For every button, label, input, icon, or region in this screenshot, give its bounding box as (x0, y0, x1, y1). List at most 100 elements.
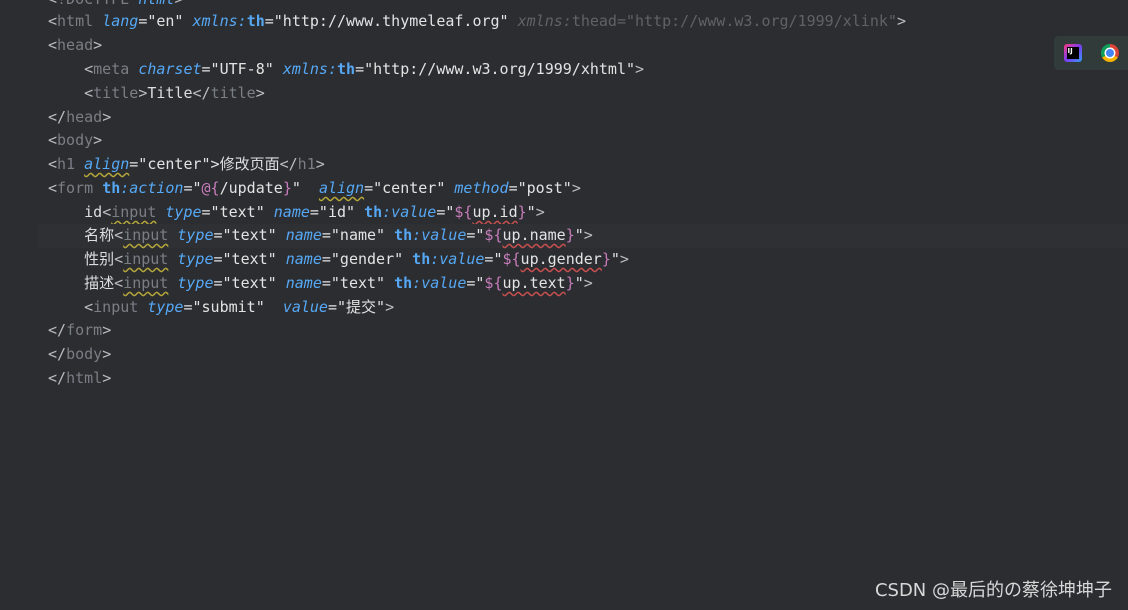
namespace: th (337, 60, 356, 78)
tag-name: input (123, 226, 169, 244)
namespace: th (394, 226, 413, 244)
tag-name: head (66, 108, 103, 126)
code-line-input-id: id<input type="text" name="id" th:value=… (48, 201, 1128, 225)
attr-value: " (610, 250, 620, 268)
tag-name: input (111, 203, 157, 221)
chrome-icon[interactable] (1100, 44, 1119, 62)
browser-preview-bar: IJ (1054, 36, 1128, 70)
attr-name: type (165, 203, 202, 221)
unused-attr: xmlns: (517, 12, 572, 30)
attr-value: =" (436, 203, 455, 221)
bracket: < (114, 226, 124, 244)
attr-value: ="id" (309, 203, 365, 221)
attr-value: =" (484, 250, 503, 268)
bracket: < (48, 0, 57, 8)
bracket: > (583, 274, 593, 292)
expr-value: /update (219, 179, 283, 197)
attr-name: :value (412, 274, 467, 292)
attr-value: ="http://www.w3.org/1999/xhtml" (355, 60, 636, 78)
attr-name: charset (138, 60, 202, 78)
attr-name: name (285, 250, 322, 268)
attr-name: name (285, 226, 322, 244)
expr-value: up.gender (520, 250, 602, 268)
expr-delim: } (282, 179, 292, 197)
attr-value: ="text" (213, 274, 286, 292)
code-line-html-close: </html> (48, 367, 1128, 391)
bracket: < (84, 84, 94, 102)
bracket: > (174, 0, 183, 8)
expr-delim: ${ (454, 203, 473, 221)
attr-name: :value (412, 226, 467, 244)
code-line-h1: <h1 align="center">修改页面</h1> (48, 153, 1128, 177)
namespace: th (246, 12, 265, 30)
watermark: CSDN @最后的の蔡徐坤坤子 (874, 580, 1112, 601)
bracket: > (93, 131, 103, 149)
tag-name: title (210, 84, 256, 102)
attr-name: align (84, 155, 130, 173)
attr-name: align (318, 179, 365, 197)
tag-name: html (66, 369, 103, 387)
expr-value: up.name (502, 226, 566, 244)
attr-value: ="gender" (321, 250, 413, 268)
bracket: </ (48, 108, 67, 126)
tag-name: body (66, 345, 103, 363)
expr-delim: } (517, 203, 527, 221)
attr-value: ="text" (321, 274, 395, 292)
attr-value: " (574, 274, 584, 292)
bracket: </ (279, 155, 298, 173)
attr-value: ="text" (213, 250, 286, 268)
unused-attr-value: ="http://www.w3.org/1999/xlink" (616, 12, 897, 30)
bracket: </ (48, 321, 67, 339)
attr-value: " (526, 203, 536, 221)
expr-delim: } (565, 226, 575, 244)
code-editor[interactable]: <!DOCTYPE html> <html lang="en" xmlns:th… (0, 0, 1128, 610)
tag-name: form (57, 179, 94, 197)
code-line-html-open: <html lang="en" xmlns:th="http://www.thy… (48, 10, 1128, 34)
bracket: < (48, 131, 58, 149)
attr-name: method (454, 179, 509, 197)
code-line-head-close: </head> (48, 106, 1128, 130)
attr-value: =" (466, 226, 485, 244)
attr-value: ="text" (201, 203, 274, 221)
attr-name: :action (120, 179, 184, 197)
bracket: > (102, 108, 112, 126)
unused-attr: thead (571, 12, 617, 30)
attr-value: ="text" (213, 226, 286, 244)
text-content: Title (147, 84, 193, 102)
attr-name: type (177, 274, 214, 292)
bracket: > (583, 226, 593, 244)
bracket: < (114, 274, 124, 292)
attr-value: " (574, 226, 584, 244)
attr-name: :value (430, 250, 485, 268)
intellij-icon[interactable]: IJ (1063, 44, 1082, 62)
bracket: < (48, 36, 58, 54)
text-content: 描述 (84, 274, 115, 292)
attr-name: name (285, 274, 322, 292)
tag-name: input (123, 250, 169, 268)
namespace: th (364, 203, 383, 221)
expr-value: up.text (502, 274, 566, 292)
attr-value: ="submit" (183, 298, 283, 316)
code-line-meta: <meta charset="UTF-8" xmlns:th="http://w… (48, 58, 1128, 82)
tag-name: html (57, 12, 94, 30)
bracket: < (114, 250, 124, 268)
expr-delim: @{ (201, 179, 220, 197)
bracket: > (93, 36, 103, 54)
attr-name: type (147, 298, 184, 316)
attr-value: ="center"> (129, 155, 220, 173)
attr-value: ="name" (321, 226, 395, 244)
expr-delim: ${ (484, 226, 503, 244)
doctype-value: html (129, 0, 174, 8)
code-line-head-open: <head> (48, 34, 1128, 58)
bracket: </ (192, 84, 211, 102)
code-line-form-open: <form th:action="@{/update}" align="cent… (48, 177, 1128, 201)
bracket: </ (48, 369, 67, 387)
attr-name: xmlns: (282, 60, 337, 78)
tag-name: h1 (57, 155, 76, 173)
attr-name: xmlns: (192, 12, 247, 30)
attr-name: name (273, 203, 310, 221)
namespace: th (412, 250, 431, 268)
doctype-tag: !DOCTYPE (57, 0, 129, 8)
attr-name: lang (102, 12, 139, 30)
namespace: th (102, 179, 121, 197)
